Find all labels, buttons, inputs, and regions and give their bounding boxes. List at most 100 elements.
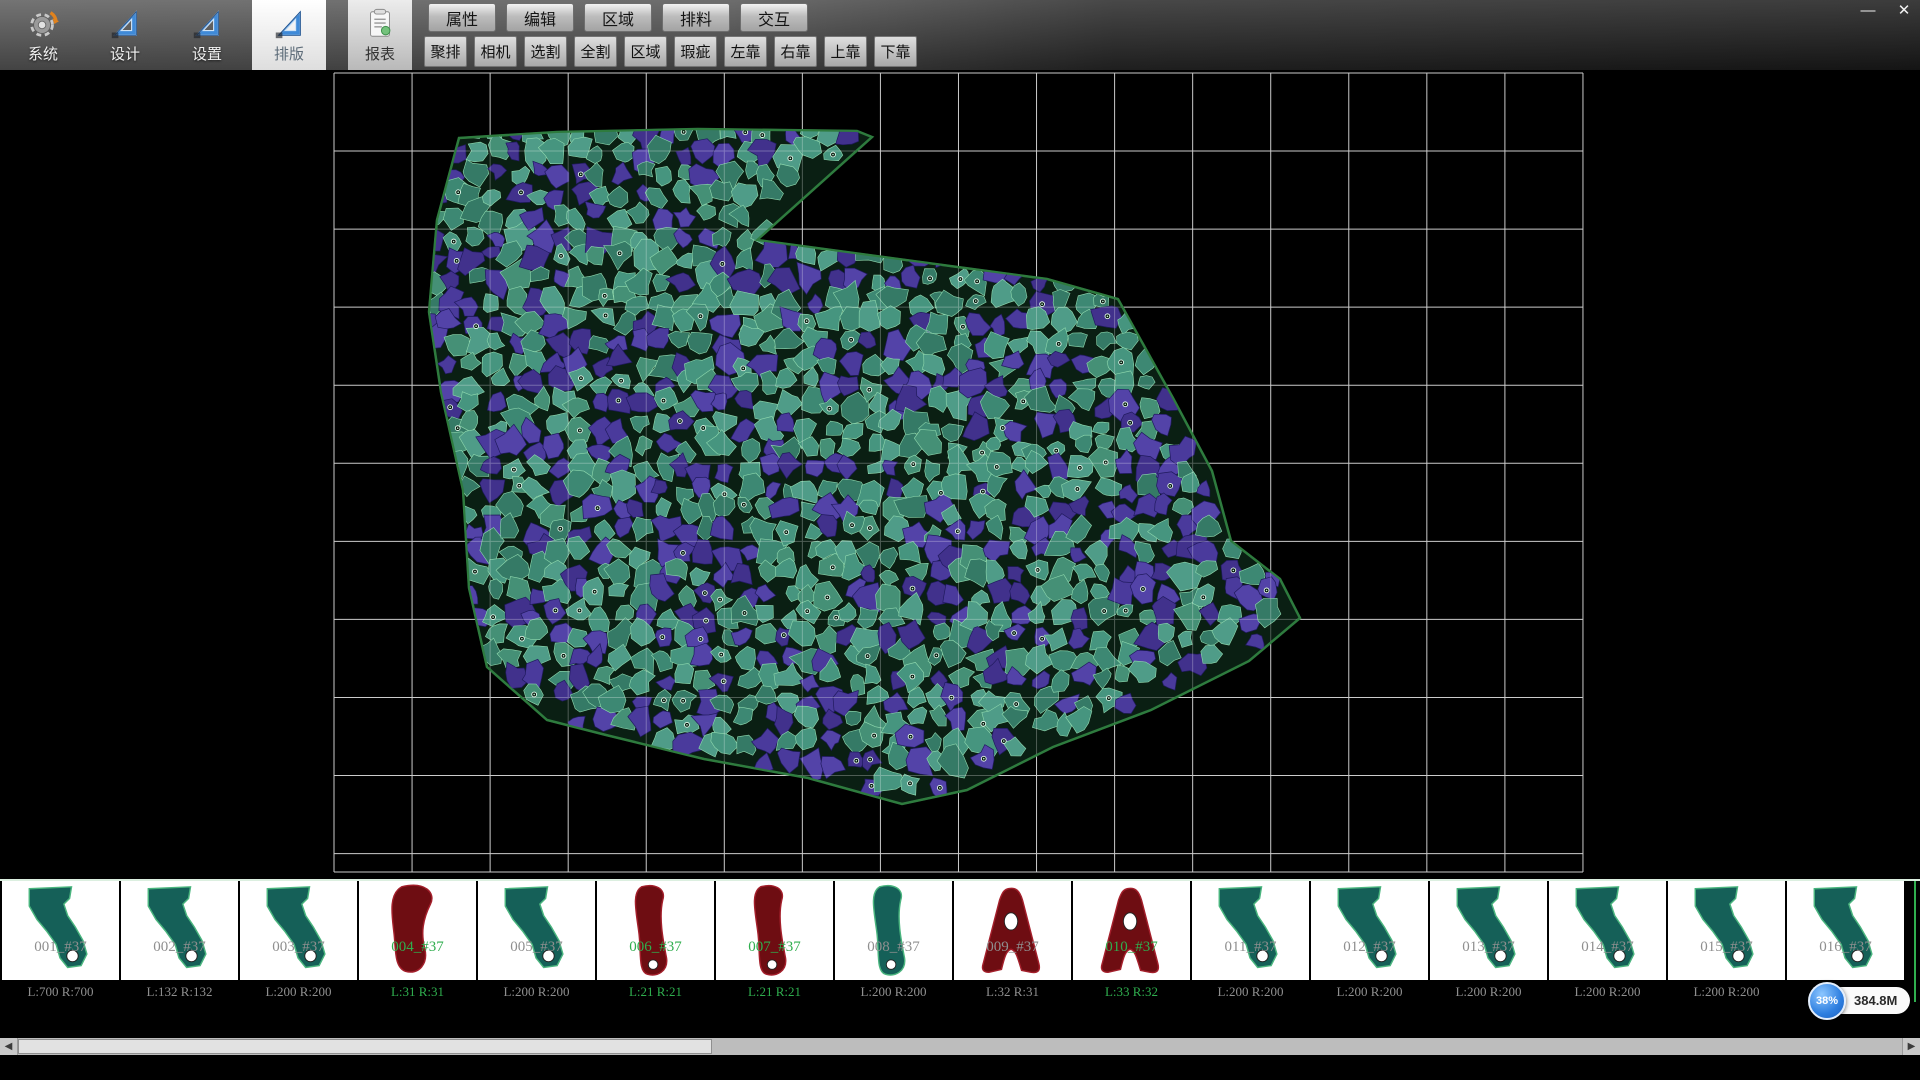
piece-id-label: 015_#37: [1668, 939, 1785, 956]
tool-button-9[interactable]: 下靠: [874, 36, 917, 67]
scroll-left-icon[interactable]: ◀: [0, 1038, 18, 1055]
piece-shape: [603, 883, 707, 979]
progress-circle: 38%: [1808, 982, 1846, 1020]
piece-id-label: 007_#37: [716, 939, 833, 956]
piece-thumbnail-005_#37[interactable]: 005_#37L:200 R:200: [478, 881, 595, 980]
tool-button-7[interactable]: 右靠: [774, 36, 817, 67]
piece-lr-count: L:200 R:200: [478, 982, 595, 1002]
piece-thumbnail-001_#37[interactable]: 001_#37L:700 R:700: [2, 881, 119, 980]
piece-id-label: 016_#37: [1787, 939, 1904, 956]
piece-lr-count: L:700 R:700: [2, 982, 119, 1002]
piece-thumbnail-strip: 001_#37L:700 R:700002_#37L:132 R:132003_…: [0, 879, 1920, 1002]
scroll-right-icon[interactable]: ▶: [1902, 1038, 1920, 1055]
piece-lr-count: L:200 R:200: [1549, 982, 1666, 1002]
gear-icon: [26, 7, 60, 41]
piece-lr-count: L:200 R:200: [1311, 982, 1428, 1002]
menu-tab-3[interactable]: 排料: [662, 3, 730, 32]
piece-lr-count: L:31 R:31: [359, 982, 476, 1002]
piece-shape: [8, 883, 112, 979]
status-badge: 38% 384.8M: [1808, 982, 1910, 1019]
piece-thumbnail-010_#37[interactable]: 010_#37L:33 R:32: [1073, 881, 1190, 980]
menu-tab-4[interactable]: 交互: [740, 3, 808, 32]
piece-shape: [1436, 883, 1540, 979]
piece-thumbnail-009_#37[interactable]: 009_#37L:32 R:31: [954, 881, 1071, 980]
menu-tab-0[interactable]: 属性: [428, 3, 496, 32]
piece-shape: [127, 883, 231, 979]
tool-button-0[interactable]: 聚排: [424, 36, 467, 67]
piece-thumbnail-004_#37[interactable]: 004_#37L:31 R:31: [359, 881, 476, 980]
piece-id-label: 006_#37: [597, 939, 714, 956]
set-square-icon: [190, 7, 224, 41]
piece-thumbnail-015_#37[interactable]: 015_#37L:200 R:200: [1668, 881, 1785, 980]
nesting-canvas-area[interactable]: [0, 70, 1920, 879]
piece-id-label: 009_#37: [954, 939, 1071, 956]
piece-shape: [1793, 883, 1897, 979]
tool-button-2[interactable]: 选割: [524, 36, 567, 67]
main-tab-design[interactable]: 设计: [88, 0, 162, 70]
main-tab-report[interactable]: 报表: [348, 0, 412, 70]
tool-button-4[interactable]: 区域: [624, 36, 667, 67]
scrollbar-thumb[interactable]: [18, 1039, 712, 1054]
main-tab-label: 设计: [110, 43, 140, 64]
main-tab-nesting[interactable]: 排版: [252, 0, 326, 70]
tool-button-5[interactable]: 瑕疵: [674, 36, 717, 67]
set-square-icon: [272, 7, 306, 41]
piece-id-label: 012_#37: [1311, 939, 1428, 956]
piece-lr-count: L:21 R:21: [716, 982, 833, 1002]
piece-id-label: 005_#37: [478, 939, 595, 956]
tool-button-6[interactable]: 左靠: [724, 36, 767, 67]
close-icon[interactable]: ✕: [1894, 2, 1914, 20]
piece-id-label: 011_#37: [1192, 939, 1309, 956]
menu-tab-2[interactable]: 区域: [584, 3, 652, 32]
piece-shape: [365, 883, 469, 979]
piece-shape: [484, 883, 588, 979]
piece-thumbnail-008_#37[interactable]: 008_#37L:200 R:200: [835, 881, 952, 980]
toolbar: 系统设计设置排版报表 属性编辑区域排料交互 聚排相机选割全割区域瑕疵左靠右靠上靠…: [0, 0, 1920, 71]
piece-shape: [841, 883, 945, 979]
piece-thumbnail-012_#37[interactable]: 012_#37L:200 R:200: [1311, 881, 1428, 980]
piece-lr-count: L:21 R:21: [597, 982, 714, 1002]
piece-id-label: 010_#37: [1073, 939, 1190, 956]
piece-shape: [722, 883, 826, 979]
piece-id-label: 001_#37: [2, 939, 119, 956]
minimize-icon[interactable]: —: [1858, 2, 1878, 20]
main-tab-label: 排版: [274, 43, 304, 64]
main-tab-label: 设置: [192, 43, 222, 64]
piece-id-label: 002_#37: [121, 939, 238, 956]
tool-button-8[interactable]: 上靠: [824, 36, 867, 67]
main-tab-setup[interactable]: 设置: [170, 0, 244, 70]
tool-button-row: 聚排相机选割全割区域瑕疵左靠右靠上靠下靠: [424, 36, 917, 67]
piece-lr-count: L:200 R:200: [1430, 982, 1547, 1002]
piece-lr-count: L:200 R:200: [240, 982, 357, 1002]
piece-id-label: 008_#37: [835, 939, 952, 956]
piece-shape: [960, 883, 1064, 979]
piece-thumbnail-007_#37[interactable]: 007_#37L:21 R:21: [716, 881, 833, 980]
menu-tab-1[interactable]: 编辑: [506, 3, 574, 32]
main-tab-system[interactable]: 系统: [6, 0, 80, 70]
main-tab-label: 系统: [28, 43, 58, 64]
tool-button-1[interactable]: 相机: [474, 36, 517, 67]
piece-shape: [1317, 883, 1421, 979]
set-square-icon: [108, 7, 142, 41]
piece-lr-count: L:32 R:31: [954, 982, 1071, 1002]
piece-thumbnail-016_#37[interactable]: 016_#37L:200 R:200: [1787, 881, 1904, 980]
menu-tab-bar: 属性编辑区域排料交互: [428, 3, 808, 32]
window-controls: — ✕: [1858, 2, 1914, 20]
nesting-canvas[interactable]: [0, 70, 1920, 879]
horizontal-scrollbar[interactable]: ◀ ▶: [0, 1038, 1920, 1055]
piece-lr-count: L:200 R:200: [835, 982, 952, 1002]
piece-id-label: 014_#37: [1549, 939, 1666, 956]
piece-shape: [246, 883, 350, 979]
main-tab-label: 报表: [365, 43, 395, 64]
piece-thumbnail-011_#37[interactable]: 011_#37L:200 R:200: [1192, 881, 1309, 980]
piece-shape: [1674, 883, 1778, 979]
piece-thumbnail-002_#37[interactable]: 002_#37L:132 R:132: [121, 881, 238, 980]
tool-button-3[interactable]: 全割: [574, 36, 617, 67]
piece-thumbnail-014_#37[interactable]: 014_#37L:200 R:200: [1549, 881, 1666, 980]
piece-id-label: 004_#37: [359, 939, 476, 956]
piece-lr-count: L:33 R:32: [1073, 982, 1190, 1002]
piece-id-label: 013_#37: [1430, 939, 1547, 956]
piece-thumbnail-013_#37[interactable]: 013_#37L:200 R:200: [1430, 881, 1547, 980]
piece-thumbnail-003_#37[interactable]: 003_#37L:200 R:200: [240, 881, 357, 980]
piece-thumbnail-006_#37[interactable]: 006_#37L:21 R:21: [597, 881, 714, 980]
